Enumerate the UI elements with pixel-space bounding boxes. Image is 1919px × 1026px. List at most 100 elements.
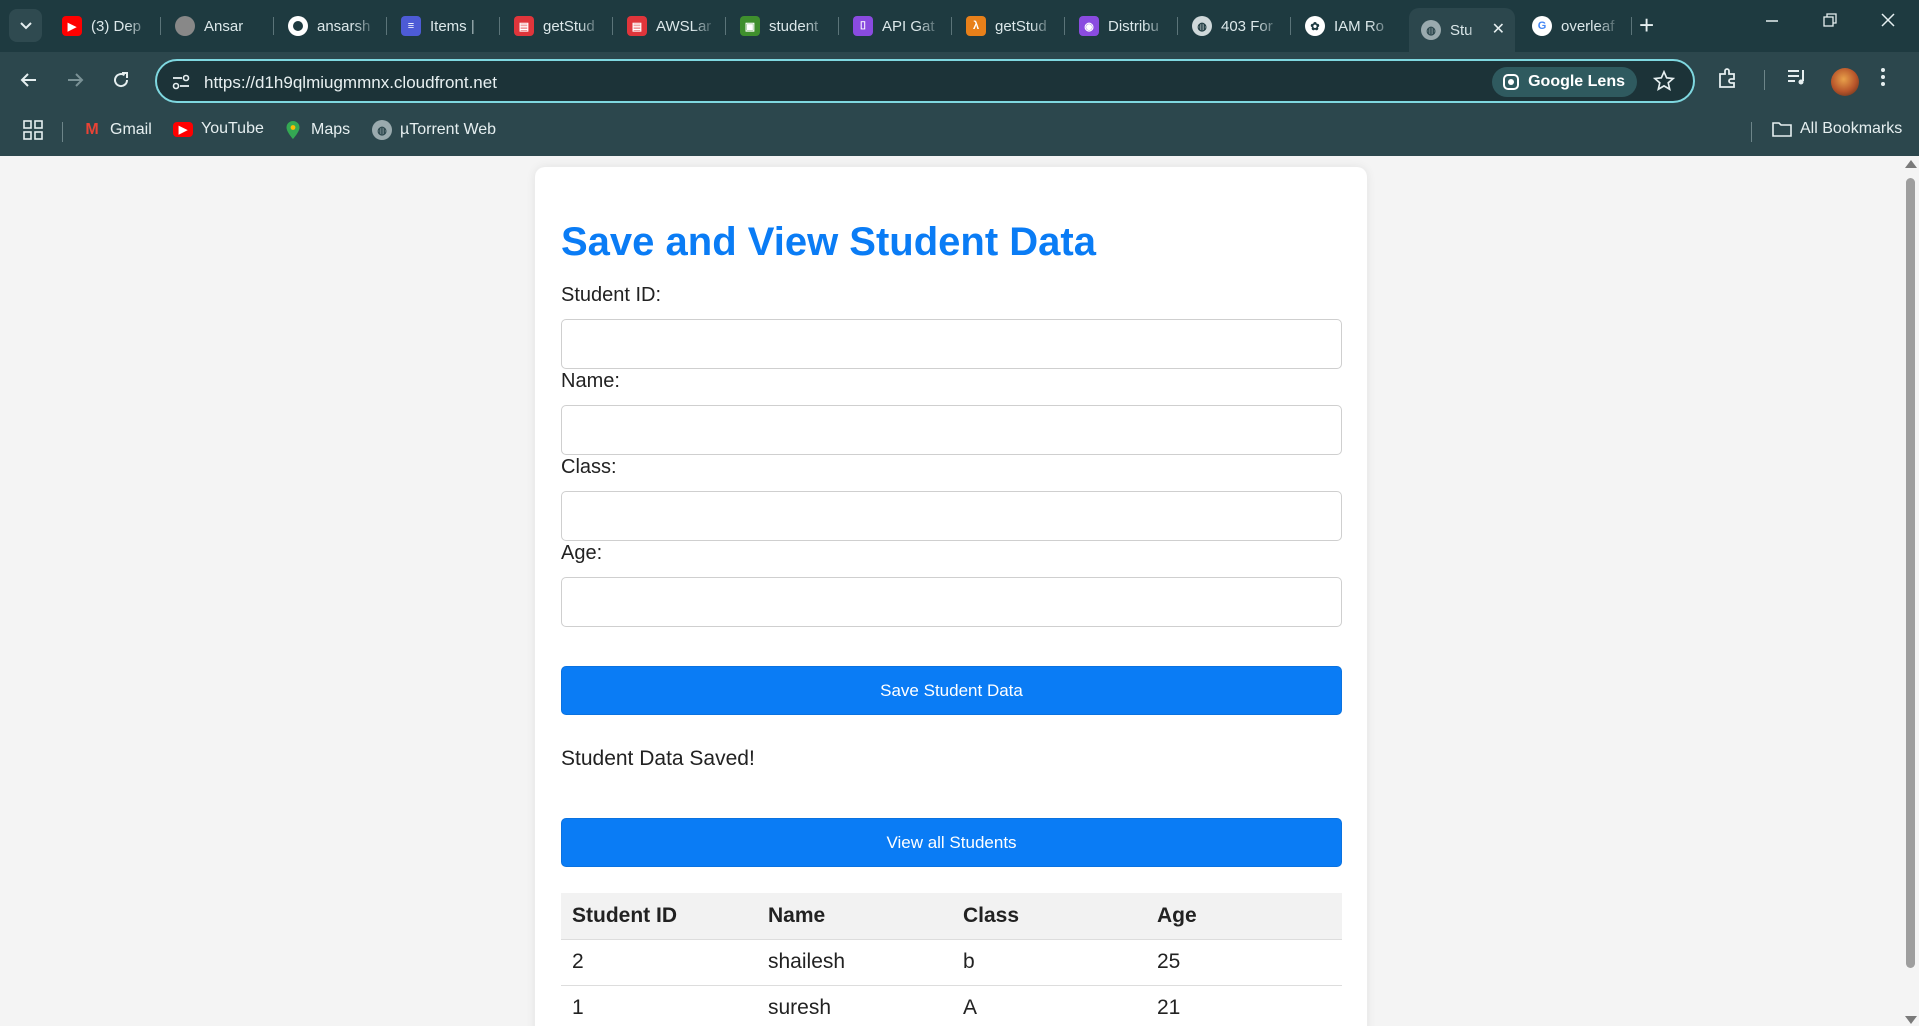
youtube-icon: ▶ bbox=[173, 121, 193, 137]
globe-icon: ◍ bbox=[1192, 16, 1212, 36]
chevron-down-icon bbox=[19, 21, 32, 29]
bookmark-youtube[interactable]: ▶ YouTube bbox=[173, 120, 264, 138]
cell-name: suresh bbox=[757, 985, 952, 1026]
extensions-button[interactable] bbox=[1716, 66, 1740, 95]
reload-icon bbox=[114, 72, 129, 88]
name-label: Name: bbox=[561, 370, 620, 392]
tab-getstudent-2[interactable]: λ getStud bbox=[954, 8, 1064, 44]
tab-student-active[interactable]: ◍ Stu ✕ bbox=[1409, 8, 1515, 52]
tab-github[interactable]: ansarsh bbox=[276, 8, 386, 44]
tab-iam-roles[interactable]: ✿ IAM Ro bbox=[1293, 8, 1403, 44]
reload-button[interactable] bbox=[107, 66, 135, 94]
name-input[interactable] bbox=[561, 405, 1342, 455]
bookmark-gmail[interactable]: M Gmail bbox=[82, 120, 151, 140]
page-viewport: Save and View Student Data Student ID: N… bbox=[0, 156, 1919, 1026]
column-header-name: Name bbox=[757, 893, 952, 940]
close-tab-icon[interactable]: ✕ bbox=[1492, 19, 1505, 39]
close-window-button[interactable] bbox=[1880, 12, 1896, 33]
tab-student-s3[interactable]: ▣ student bbox=[728, 8, 838, 44]
youtube-icon: ▶ bbox=[62, 16, 82, 36]
tab-label: student bbox=[769, 17, 819, 35]
status-message: Student Data Saved! bbox=[561, 747, 755, 770]
tab-cloudfront[interactable]: ◉ Distribu bbox=[1067, 8, 1177, 44]
tab-awslambda[interactable]: ▤ AWSLar bbox=[615, 8, 725, 44]
browser-toolbar: https://d1h9qlmiugmmnx.cloudfront.net Go… bbox=[0, 52, 1919, 108]
column-header-age: Age bbox=[1146, 893, 1342, 940]
dynamodb-icon: ≡ bbox=[401, 16, 421, 36]
class-label: Class: bbox=[561, 456, 617, 478]
tab-api-gateway[interactable]: ⌷ API Gat bbox=[841, 8, 951, 44]
lambda-icon: λ bbox=[966, 16, 986, 36]
star-icon bbox=[1652, 69, 1676, 91]
tab-dynamodb-items[interactable]: ≡ Items | bbox=[389, 8, 499, 44]
folder-icon bbox=[1772, 122, 1792, 137]
bookmark-utorrent[interactable]: ◍ µTorrent Web bbox=[372, 120, 496, 140]
all-bookmarks-button[interactable]: All Bookmarks bbox=[1772, 120, 1902, 138]
bookmark-star-button[interactable] bbox=[1652, 69, 1676, 97]
view-all-students-button-label: View all Students bbox=[886, 832, 1017, 852]
tab-label: getStud bbox=[995, 17, 1047, 35]
tab-403-forbidden[interactable]: ◍ 403 For bbox=[1180, 8, 1290, 44]
minimize-icon bbox=[1766, 20, 1778, 22]
scroll-down-arrow-icon[interactable] bbox=[1905, 1016, 1917, 1024]
apps-button[interactable] bbox=[23, 120, 43, 140]
tab-label: IAM Ro bbox=[1334, 17, 1385, 35]
profile-avatar[interactable] bbox=[1831, 68, 1859, 96]
google-lens-icon bbox=[1503, 74, 1520, 90]
address-bar[interactable]: https://d1h9qlmiugmmnx.cloudfront.net Go… bbox=[155, 59, 1695, 103]
cloudfront-icon: ◉ bbox=[1079, 16, 1099, 36]
site-settings-icon bbox=[172, 74, 190, 90]
tab-youtube[interactable]: ▶ (3) Dep bbox=[50, 8, 160, 44]
minimize-button[interactable] bbox=[1764, 12, 1780, 33]
student-id-input[interactable] bbox=[561, 319, 1342, 369]
more-vertical-icon bbox=[1881, 68, 1885, 86]
google-icon: G bbox=[1532, 16, 1552, 36]
tab-search-button[interactable] bbox=[9, 9, 42, 42]
url-text: https://d1h9qlmiugmmnx.cloudfront.net bbox=[204, 73, 497, 92]
google-lens-label: Google Lens bbox=[1528, 73, 1625, 90]
bookmarks-bar: M Gmail ▶ YouTube Maps ◍ µTorrent Web Al… bbox=[0, 108, 1919, 156]
tab-label: overleaf bbox=[1561, 17, 1615, 35]
bookmark-label: µTorrent Web bbox=[400, 121, 497, 138]
save-student-button[interactable]: Save Student Data bbox=[561, 666, 1342, 715]
tab-getstudent-1[interactable]: ▤ getStud bbox=[502, 8, 612, 44]
forward-button[interactable] bbox=[61, 66, 89, 94]
scroll-up-arrow-icon[interactable] bbox=[1905, 160, 1917, 168]
google-lens-button[interactable]: Google Lens bbox=[1492, 67, 1637, 97]
tab-ansar[interactable]: Ansar bbox=[163, 8, 273, 44]
aws-lambda-red-icon: ▤ bbox=[627, 16, 647, 36]
restore-icon bbox=[1823, 13, 1837, 27]
cell-age: 21 bbox=[1146, 985, 1342, 1026]
globe-icon: ◍ bbox=[372, 120, 392, 140]
scrollbar-thumb[interactable] bbox=[1906, 178, 1915, 968]
cell-class: A bbox=[952, 985, 1146, 1026]
table-row: 1 suresh A 21 bbox=[561, 985, 1342, 1026]
tab-overleaf[interactable]: G overleaf bbox=[1520, 8, 1630, 44]
profile-avatar-icon bbox=[175, 16, 195, 36]
tab-label: API Gat bbox=[882, 17, 935, 35]
tab-label: AWSLar bbox=[656, 17, 712, 35]
restore-button[interactable] bbox=[1822, 12, 1838, 33]
github-icon bbox=[288, 16, 308, 36]
view-all-students-button[interactable]: View all Students bbox=[561, 818, 1342, 867]
bookmark-maps[interactable]: Maps bbox=[283, 120, 350, 140]
bookmark-label: Maps bbox=[311, 121, 351, 138]
age-label: Age: bbox=[561, 542, 603, 564]
tab-label: getStud bbox=[543, 17, 595, 35]
cell-student-id: 2 bbox=[561, 939, 757, 986]
age-input[interactable] bbox=[561, 577, 1342, 627]
tab-label: ansarsh bbox=[317, 17, 371, 35]
cell-name: shailesh bbox=[757, 939, 952, 986]
media-controls-button[interactable] bbox=[1786, 66, 1808, 93]
tab-label: Distribu bbox=[1108, 17, 1159, 35]
back-button[interactable] bbox=[15, 66, 43, 94]
media-queue-icon bbox=[1788, 70, 1804, 85]
aws-lambda-red-icon: ▤ bbox=[514, 16, 534, 36]
vertical-scrollbar[interactable] bbox=[1902, 156, 1919, 1026]
s3-bucket-icon: ▣ bbox=[740, 16, 760, 36]
class-input[interactable] bbox=[561, 491, 1342, 541]
gmail-icon: M bbox=[85, 121, 99, 138]
chrome-menu-button[interactable] bbox=[1880, 66, 1886, 93]
new-tab-button[interactable]: + bbox=[1639, 12, 1654, 38]
cell-student-id: 1 bbox=[561, 985, 757, 1026]
